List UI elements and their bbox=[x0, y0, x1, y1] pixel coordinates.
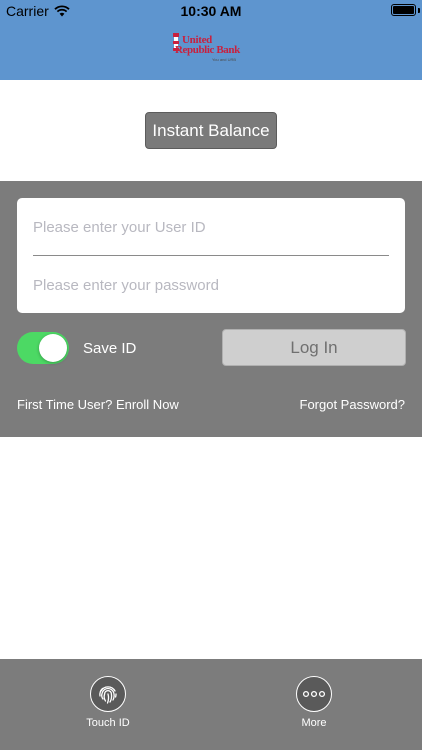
logo-text-republic-bank: Republic Bank bbox=[175, 44, 240, 56]
forgot-password-link[interactable]: Forgot Password? bbox=[300, 397, 406, 412]
app-header: Carrier 10:30 AM United Republic Bank Yo… bbox=[0, 0, 422, 80]
login-panel: Save ID Log In First Time User? Enroll N… bbox=[0, 181, 422, 437]
tab-label: Touch ID bbox=[86, 717, 130, 729]
tab-touch-id[interactable]: Touch ID bbox=[48, 659, 168, 750]
password-input[interactable] bbox=[33, 270, 389, 300]
battery-level bbox=[393, 6, 414, 14]
tab-label: More bbox=[301, 717, 327, 729]
save-id-toggle[interactable] bbox=[17, 332, 69, 364]
fingerprint-icon bbox=[90, 676, 126, 712]
save-id-label: Save ID bbox=[83, 340, 137, 357]
tab-more[interactable]: More bbox=[254, 659, 374, 750]
status-time: 10:30 AM bbox=[180, 3, 242, 19]
field-divider bbox=[33, 255, 389, 256]
instant-balance-button[interactable]: Instant Balance bbox=[145, 112, 277, 149]
battery-icon bbox=[391, 4, 416, 16]
bank-logo: United Republic Bank You and URB bbox=[170, 33, 250, 65]
tab-bar: Touch ID More bbox=[0, 659, 422, 750]
enroll-now-link[interactable]: First Time User? Enroll Now bbox=[17, 397, 179, 412]
more-dots-icon bbox=[296, 676, 332, 712]
login-form-card bbox=[17, 198, 405, 313]
logo-tagline: You and URB bbox=[212, 57, 237, 62]
log-in-button[interactable]: Log In bbox=[222, 329, 406, 366]
status-bar: Carrier 10:30 AM bbox=[0, 0, 422, 22]
user-id-input[interactable] bbox=[33, 212, 389, 242]
toggle-knob bbox=[39, 334, 67, 362]
battery-tip bbox=[418, 8, 420, 13]
